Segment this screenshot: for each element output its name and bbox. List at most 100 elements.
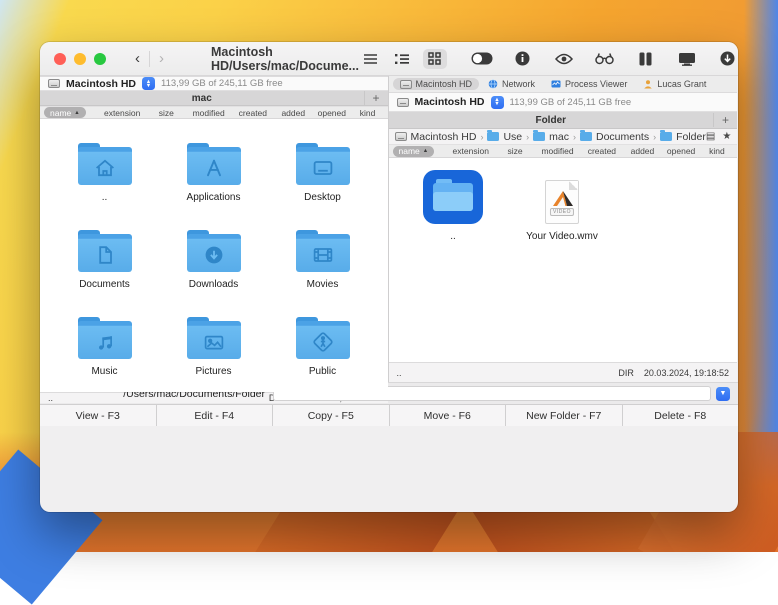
favorite-label: Process Viewer <box>565 79 627 89</box>
view-f3-button[interactable]: View - F3 <box>40 405 157 426</box>
breadcrumb-item[interactable]: mac <box>533 131 569 143</box>
column-header-added[interactable]: added <box>624 146 662 156</box>
breadcrumb-item[interactable]: Use <box>487 131 522 143</box>
column-header-added[interactable]: added <box>274 108 312 118</box>
applications-folder-icon <box>187 143 241 185</box>
dual-pane-icon[interactable] <box>634 49 658 69</box>
file-item-movies[interactable]: Movies <box>268 220 377 305</box>
column-header-name[interactable]: name▲ <box>44 107 86 118</box>
column-header-name[interactable]: name▲ <box>393 146 435 157</box>
column-headers: name▲ extension size modified created ad… <box>40 107 388 119</box>
breadcrumb-item[interactable]: Macintosh HD <box>395 131 477 143</box>
function-key-bar: View - F3 Edit - F4 Copy - F5 Move - F6 … <box>40 404 738 426</box>
minimize-button[interactable] <box>74 53 86 65</box>
column-header-modified[interactable]: modified <box>186 108 231 118</box>
column-header-created[interactable]: created <box>580 146 623 156</box>
folder-icon <box>487 132 499 141</box>
download-icon[interactable] <box>716 49 738 69</box>
display-icon[interactable] <box>675 49 699 69</box>
file-item-your-video[interactable]: VIDEO Your Video.wmv <box>508 172 617 257</box>
file-item-parent-selected[interactable]: .. <box>399 172 508 257</box>
favorite-process-viewer[interactable]: Process Viewer <box>544 78 634 90</box>
copy-f5-button[interactable]: Copy - F5 <box>273 405 390 426</box>
column-header-size[interactable]: size <box>495 146 535 156</box>
column-header-modified[interactable]: modified <box>535 146 580 156</box>
sort-asc-icon: ▲ <box>423 148 428 154</box>
edit-f4-button[interactable]: Edit - F4 <box>157 405 274 426</box>
info-icon[interactable] <box>511 49 535 69</box>
status-kind: DIR <box>618 368 634 378</box>
file-label: .. <box>450 231 456 242</box>
favorite-macintosh-hd[interactable]: Macintosh HD <box>393 78 480 90</box>
breadcrumb-item[interactable]: Documents <box>580 131 649 143</box>
traffic-lights <box>54 53 106 65</box>
binoculars-icon[interactable] <box>593 49 617 69</box>
drive-select-stepper[interactable]: ▲▼ <box>142 77 155 90</box>
move-f6-button[interactable]: Move - F6 <box>390 405 507 426</box>
user-icon <box>643 79 653 89</box>
status-datetime: 20.03.2024, 19:18:52 <box>644 368 729 378</box>
column-header-opened[interactable]: opened <box>312 108 351 118</box>
command-history-dropdown[interactable]: ▼ <box>716 387 730 401</box>
back-icon[interactable]: ‹ <box>126 50 149 67</box>
network-globe-icon <box>488 79 498 89</box>
column-header-created[interactable]: created <box>231 108 274 118</box>
column-headers: name▲ extension size modified created ad… <box>389 145 738 158</box>
file-label: Public <box>309 366 336 377</box>
hard-drive-icon <box>400 80 412 89</box>
breadcrumb-label: mac <box>549 131 569 143</box>
video-file-icon: VIDEO <box>545 180 579 224</box>
tab-mac[interactable]: mac <box>40 93 364 104</box>
file-item-pictures[interactable]: Pictures <box>159 307 268 392</box>
file-item-applications[interactable]: Applications <box>159 133 268 218</box>
sort-asc-icon: ▲ <box>74 110 79 116</box>
drive-free-space: 113,99 GB of 245,11 GB free <box>161 78 283 89</box>
new-folder-f7-button[interactable]: New Folder - F7 <box>506 405 623 426</box>
file-item-downloads[interactable]: Downloads <box>159 220 268 305</box>
file-item-parent[interactable]: .. <box>50 133 159 218</box>
drive-select-stepper[interactable]: ▲▼ <box>491 96 504 109</box>
column-header-opened[interactable]: opened <box>661 146 701 156</box>
file-list-area[interactable]: .. Applications Desk <box>40 119 388 392</box>
eye-icon[interactable] <box>552 49 576 69</box>
file-label: .. <box>102 192 108 203</box>
column-header-extension[interactable]: extension <box>446 146 495 156</box>
column-header-kind[interactable]: kind <box>352 108 384 118</box>
forward-icon[interactable]: › <box>150 50 173 67</box>
add-tab-button[interactable]: + <box>364 91 388 105</box>
toggle-icon[interactable] <box>470 49 494 69</box>
favorite-network[interactable]: Network <box>481 78 542 90</box>
delete-f8-button[interactable]: Delete - F8 <box>623 405 739 426</box>
grid-view-icon[interactable] <box>423 49 447 69</box>
tab-folder[interactable]: Folder <box>389 115 714 126</box>
right-pane: Macintosh HD Network Process Viewer Luca… <box>389 76 738 382</box>
window-title: Macintosh HD/Users/mac/Docume... <box>211 45 359 73</box>
chevron-right-icon: › <box>573 132 576 142</box>
favorite-lucas-grant[interactable]: Lucas Grant <box>636 78 713 90</box>
pane-status-bar: .. DIR 20.03.2024, 19:18:52 <box>389 362 738 382</box>
close-button[interactable] <box>54 53 66 65</box>
add-tab-button[interactable]: + <box>713 113 737 127</box>
zoom-button[interactable] <box>94 53 106 65</box>
breadcrumb-item[interactable]: Folder <box>660 131 706 143</box>
movies-folder-icon <box>296 230 350 272</box>
column-header-size[interactable]: size <box>147 108 186 118</box>
tab-bar: Folder + <box>389 112 738 129</box>
view-mode-group <box>359 49 447 69</box>
file-list-area[interactable]: .. VIDEO <box>389 158 738 362</box>
favorite-star-icon[interactable]: ★ <box>722 131 731 142</box>
column-header-kind[interactable]: kind <box>701 146 733 156</box>
file-label: Pictures <box>195 366 231 377</box>
list-view-icon[interactable] <box>359 49 383 69</box>
file-item-music[interactable]: Music <box>50 307 159 392</box>
status-left: .. <box>397 368 402 378</box>
column-header-extension[interactable]: extension <box>98 108 147 118</box>
column-settings-icon[interactable]: ▤ <box>706 131 715 142</box>
file-label: Desktop <box>304 192 341 203</box>
detailed-list-view-icon[interactable] <box>391 49 415 69</box>
file-item-desktop[interactable]: Desktop <box>268 133 377 218</box>
file-item-public[interactable]: Public <box>268 307 377 392</box>
breadcrumb-label: Use <box>503 131 522 143</box>
file-item-documents[interactable]: Documents <box>50 220 159 305</box>
drive-bar: Macintosh HD ▲▼ 113,99 GB of 245,11 GB f… <box>389 93 738 112</box>
